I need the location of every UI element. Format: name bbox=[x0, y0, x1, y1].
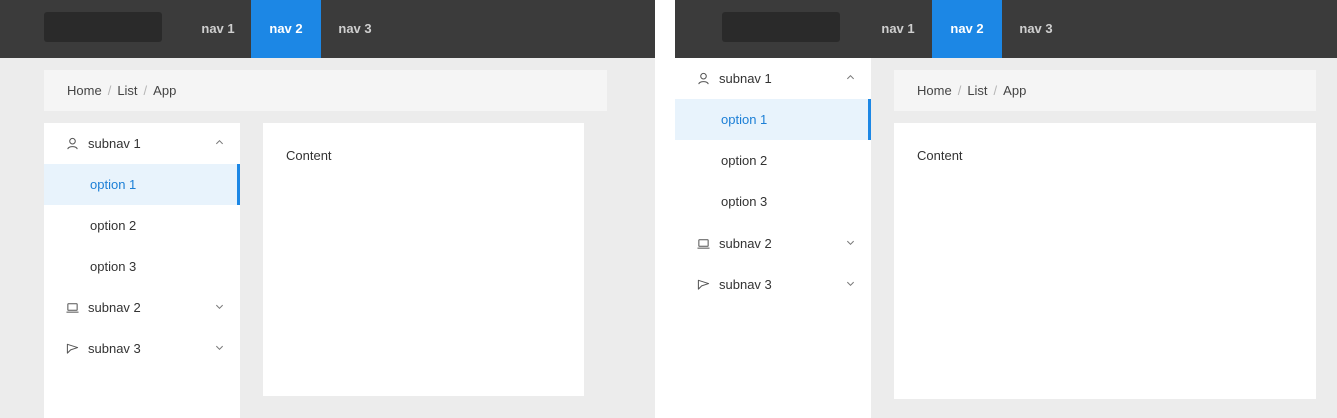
content-area: Content bbox=[263, 123, 584, 396]
content-text: Content bbox=[917, 148, 963, 163]
subnav-1[interactable]: subnav 1 bbox=[675, 58, 871, 99]
breadcrumb-home[interactable]: Home bbox=[67, 83, 102, 98]
subnav-2[interactable]: subnav 2 bbox=[44, 287, 240, 328]
nav-item-1[interactable]: nav 1 bbox=[183, 0, 253, 58]
top-header: nav 1 nav 2 nav 3 bbox=[675, 0, 1337, 58]
breadcrumb-separator: / bbox=[143, 83, 148, 98]
layout-example-right: nav 1 nav 2 nav 3 subnav 1 option 1 opti… bbox=[675, 0, 1337, 418]
content-area: Content bbox=[894, 123, 1316, 399]
layout-example-left: nav 1 nav 2 nav 3 Home / List / App subnav 1… bbox=[0, 0, 655, 418]
menu-option-1-label: option 1 bbox=[90, 177, 137, 192]
nav-item-1[interactable]: nav 1 bbox=[863, 0, 933, 58]
subnav-3-label: subnav 3 bbox=[719, 277, 772, 292]
subnav-2-label: subnav 2 bbox=[719, 236, 772, 251]
nav-item-2[interactable]: nav 2 bbox=[251, 0, 321, 58]
subnav-2[interactable]: subnav 2 bbox=[675, 223, 871, 264]
chevron-down-icon bbox=[846, 281, 855, 287]
subnav-3-label: subnav 3 bbox=[88, 341, 141, 356]
subnav-3[interactable]: subnav 3 bbox=[44, 328, 240, 369]
breadcrumb-home[interactable]: Home bbox=[917, 83, 952, 98]
side-menu: subnav 1 option 1 option 2 option 3 subn… bbox=[675, 58, 871, 418]
user-icon bbox=[67, 137, 78, 150]
menu-option-3-label: option 3 bbox=[721, 194, 768, 209]
chevron-down-icon bbox=[846, 240, 855, 246]
notification-icon bbox=[697, 279, 710, 290]
logo bbox=[44, 12, 162, 42]
breadcrumb-separator: / bbox=[957, 83, 962, 98]
menu-option-2-label: option 2 bbox=[721, 153, 768, 168]
menu-option-1[interactable]: option 1 bbox=[44, 164, 240, 205]
breadcrumb-separator: / bbox=[107, 83, 112, 98]
menu-option-1[interactable]: option 1 bbox=[675, 99, 871, 140]
menu-option-2-label: option 2 bbox=[90, 218, 137, 233]
top-header: nav 1 nav 2 nav 3 bbox=[0, 0, 655, 58]
nav-item-3[interactable]: nav 3 bbox=[320, 0, 390, 58]
chevron-down-icon bbox=[215, 304, 224, 310]
breadcrumb: Home / List / App bbox=[894, 70, 1316, 111]
content-text: Content bbox=[286, 148, 332, 163]
side-menu: subnav 1 option 1 option 2 option 3 subn… bbox=[44, 123, 240, 418]
breadcrumb: Home / List / App bbox=[44, 70, 607, 111]
menu-option-2[interactable]: option 2 bbox=[44, 205, 240, 246]
menu-option-1-label: option 1 bbox=[721, 112, 768, 127]
subnav-1-label: subnav 1 bbox=[719, 71, 772, 86]
chevron-down-icon bbox=[215, 345, 224, 351]
laptop-icon bbox=[697, 239, 710, 249]
breadcrumb-separator: / bbox=[993, 83, 998, 98]
menu-option-3[interactable]: option 3 bbox=[44, 246, 240, 287]
subnav-3[interactable]: subnav 3 bbox=[675, 264, 871, 305]
breadcrumb-app[interactable]: App bbox=[1003, 83, 1026, 98]
menu-option-3[interactable]: option 3 bbox=[675, 181, 871, 222]
subnav-1-label: subnav 1 bbox=[88, 136, 141, 151]
menu-option-2[interactable]: option 2 bbox=[675, 140, 871, 181]
user-icon bbox=[698, 72, 709, 85]
subnav-2-label: subnav 2 bbox=[88, 300, 141, 315]
breadcrumb-app[interactable]: App bbox=[153, 83, 176, 98]
subnav-1[interactable]: subnav 1 bbox=[44, 123, 240, 164]
breadcrumb-list[interactable]: List bbox=[967, 83, 987, 98]
nav-item-3[interactable]: nav 3 bbox=[1001, 0, 1071, 58]
nav-item-2[interactable]: nav 2 bbox=[932, 0, 1002, 58]
laptop-icon bbox=[66, 303, 79, 313]
menu-option-3-label: option 3 bbox=[90, 259, 137, 274]
selected-indicator bbox=[868, 99, 871, 140]
chevron-up-icon bbox=[846, 74, 855, 80]
selected-indicator bbox=[237, 164, 240, 205]
notification-icon bbox=[66, 343, 79, 354]
logo bbox=[722, 12, 840, 42]
chevron-up-icon bbox=[215, 139, 224, 145]
breadcrumb-list[interactable]: List bbox=[117, 83, 137, 98]
